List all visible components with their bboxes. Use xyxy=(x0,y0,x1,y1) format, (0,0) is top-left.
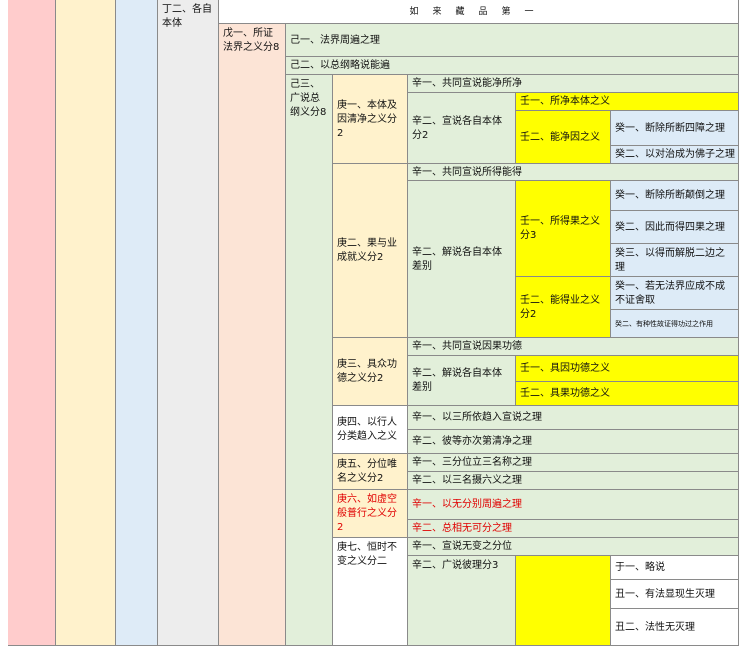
cell-g1-xin1[interactable]: 辛一、共同宣说能净所净 xyxy=(408,75,739,93)
cell-ji2[interactable]: 己二、以总纲略说能遍 xyxy=(286,57,739,75)
cell-g2-xin1[interactable]: 辛一、共同宣说所得能得 xyxy=(408,164,739,181)
cell-g1-xin2[interactable]: 辛二、宣说各自本体分2 xyxy=(408,93,516,164)
cell-geng7[interactable]: 庚七、恒时不变之义分二 xyxy=(333,538,408,646)
column-a[interactable] xyxy=(8,0,56,646)
column-b[interactable] xyxy=(56,0,116,646)
cell-geng2[interactable]: 庚二、果与业成就义分2 xyxy=(333,164,408,338)
cell-g2-gui5[interactable]: 癸二、有种性故证得功过之作用 xyxy=(611,310,739,338)
cell-g3-xin2[interactable]: 辛二、解说各自本体差别 xyxy=(408,356,516,406)
cell-g7-chou2[interactable]: 丑二、法性无灭理 xyxy=(611,609,739,646)
cell-g7-chou1[interactable]: 丑一、有法显现生灭理 xyxy=(611,580,739,609)
cell-ding2[interactable]: 丁二、各自本体 xyxy=(158,0,219,646)
cell-g1-gui2[interactable]: 癸二、以对治成为佛子之理 xyxy=(611,146,739,164)
cell-g7-xin2[interactable]: 辛二、广说彼理分3 xyxy=(408,556,516,646)
cell-g2-ren1[interactable]: 壬一、所得果之义分3 xyxy=(516,181,611,277)
spreadsheet-grid: 丁二、各自本体 如来藏品第一 戊一、所证法界之义分8 己一、法界周遍之理 己二、… xyxy=(0,0,739,646)
cell-g2-xin2[interactable]: 辛二、解说各自本体差别 xyxy=(408,181,516,338)
cell-ji3[interactable]: 己三、广说总纲义分8 xyxy=(286,75,333,646)
cell-g7-xin1[interactable]: 辛一、宣说无变之分位 xyxy=(408,538,739,556)
title-cell[interactable]: 如来藏品第一 xyxy=(219,0,739,24)
cell-g2-gui2[interactable]: 癸二、因此而得四果之理 xyxy=(611,211,739,244)
cell-geng6[interactable]: 庚六、如虚空般普行之义分2 xyxy=(333,490,408,538)
cell-geng5[interactable]: 庚五、分位唯名之义分2 xyxy=(333,454,408,490)
cell-g7-yu1[interactable]: 于一、略说 xyxy=(611,556,739,580)
cell-g6-xin1[interactable]: 辛一、以无分别周遍之理 xyxy=(408,490,739,520)
cell-geng1[interactable]: 庚一、本体及因清净之义分2 xyxy=(333,75,408,164)
cell-g3-xin1[interactable]: 辛一、共同宣说因果功德 xyxy=(408,338,739,356)
cell-g3-ren2[interactable]: 壬二、具果功德之义 xyxy=(516,382,739,406)
cell-g3-ren1[interactable]: 壬一、具因功德之义 xyxy=(516,356,739,382)
cell-g6-xin2[interactable]: 辛二、总相无可分之理 xyxy=(408,520,739,538)
cell-ji1[interactable]: 己一、法界周遍之理 xyxy=(286,24,739,57)
cell-g4-xin2[interactable]: 辛二、彼等亦次第清净之理 xyxy=(408,430,739,454)
cell-g5-xin2[interactable]: 辛二、以三名摄六义之理 xyxy=(408,472,739,490)
cell-g1-ren2[interactable]: 壬二、能净因之义 xyxy=(516,111,611,164)
cell-g1-gui1[interactable]: 癸一、断除所断四障之理 xyxy=(611,111,739,146)
cell-geng3[interactable]: 庚三、具众功德之义分2 xyxy=(333,338,408,406)
cell-g5-xin1[interactable]: 辛一、三分位立三名称之理 xyxy=(408,454,739,472)
cell-g1-ren1[interactable]: 壬一、所净本体之义 xyxy=(516,93,739,111)
cell-wu1[interactable]: 戊一、所证法界之义分8 xyxy=(219,24,286,646)
cell-g2-gui3[interactable]: 癸三、以得而解脱二边之理 xyxy=(611,244,739,277)
cell-g4-xin1[interactable]: 辛一、以三所依趋入宣说之理 xyxy=(408,406,739,430)
cell-g2-gui1[interactable]: 癸一、断除所断颠倒之理 xyxy=(611,181,739,211)
cell-g2-gui4[interactable]: 癸一、若无法界应成不成不证舍取 xyxy=(611,277,739,310)
cell-geng4[interactable]: 庚四、以行人分类趋入之义 xyxy=(333,406,408,454)
cell-g2-ren2[interactable]: 壬二、能得业之义分2 xyxy=(516,277,611,338)
cell-g7-ren[interactable] xyxy=(516,556,611,646)
column-c[interactable] xyxy=(116,0,158,646)
